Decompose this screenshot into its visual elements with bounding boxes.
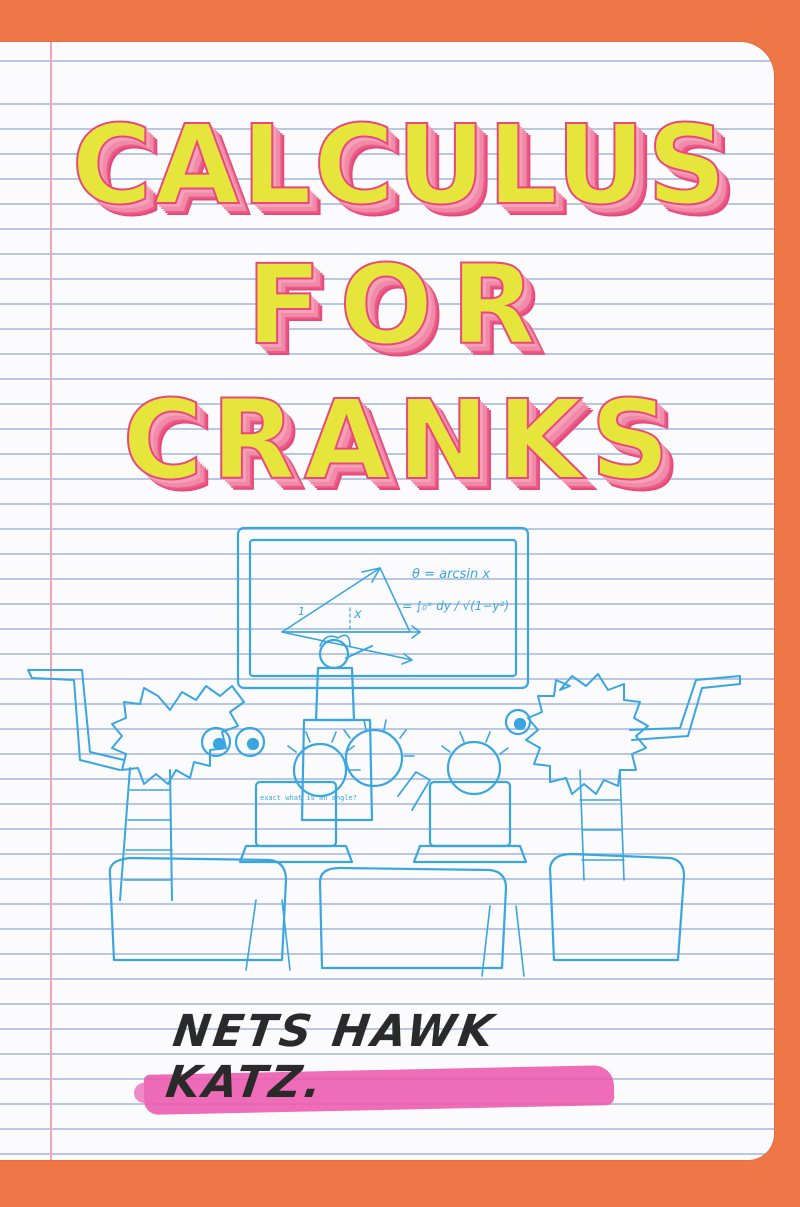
left-gear-creature <box>27 669 266 901</box>
classroom-illustration: θ = arcsin x = ∫₀ˣ dy / √(1−y²) x 1 exac… <box>27 526 741 977</box>
author-name: NETS HAWK KATZ. <box>162 1006 500 1108</box>
right-gear-creature <box>504 673 741 881</box>
title-line-3: CRANKS <box>121 376 678 504</box>
screen-equation-2: = ∫₀ˣ dy / √(1−y²) <box>402 599 509 613</box>
title-line-2: FOR <box>245 241 554 369</box>
screen-equation-1: θ = arcsin x <box>412 567 490 582</box>
book-cover: CALCULUS FOR CRANKS θ = arcsin x = ∫₀ˣ d… <box>0 0 800 1207</box>
foreground-chairs <box>108 852 686 977</box>
screen-label-1: 1 <box>298 605 305 618</box>
title-line-1: CALCULUS <box>71 101 729 229</box>
screen-label-x: x <box>353 607 362 622</box>
laptop-screen-text: exact what is an angle? <box>260 794 357 802</box>
